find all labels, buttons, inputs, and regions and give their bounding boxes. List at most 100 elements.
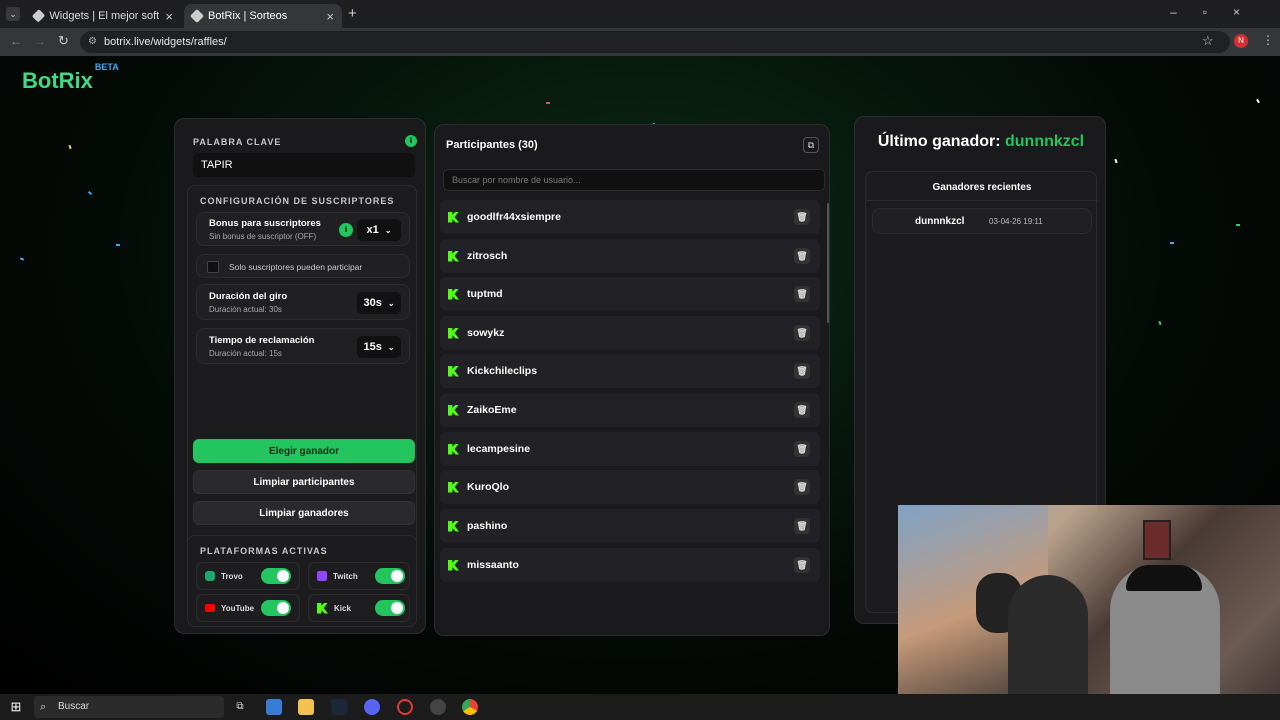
info-icon[interactable]: i — [405, 135, 417, 147]
chrome-icon[interactable] — [462, 699, 478, 715]
address-bar-row: ← → ↻ ⚙ botrix.live/widgets/raffles/ ☆ N… — [0, 28, 1280, 56]
trash-icon[interactable]: 🗑 — [794, 479, 810, 495]
tab-sorteos[interactable]: BotRix | Sorteos × — [184, 4, 342, 28]
trash-icon[interactable]: 🗑 — [794, 325, 810, 341]
subs-only-checkbox[interactable] — [207, 261, 219, 273]
platform-twitch: Twitch — [308, 562, 410, 590]
divider — [866, 200, 1098, 201]
bonus-value: x1 — [366, 224, 379, 236]
task-view-icon[interactable]: ⧉ — [232, 699, 248, 715]
participant-name: goodlfr44xsiempre — [467, 211, 561, 223]
youtube-icon — [205, 604, 215, 612]
new-tab-icon[interactable]: + — [348, 5, 357, 22]
search-icon: ⌕ — [40, 701, 47, 713]
scrollbar[interactable] — [827, 203, 829, 323]
participant-row: zitrosch 🗑 — [440, 239, 820, 273]
youtube-toggle[interactable] — [261, 600, 291, 616]
logo-text: BotRix — [22, 68, 93, 93]
trash-icon[interactable]: 🗑 — [794, 402, 810, 418]
menu-kebab-icon[interactable]: ⋮ — [1262, 33, 1274, 47]
subs-only-row[interactable]: Solo suscriptores pueden participar — [196, 254, 410, 278]
confetti — [1158, 320, 1162, 326]
participant-name: KuroQlo — [467, 481, 509, 493]
spin-sub: Duración actual: 30s — [209, 305, 282, 314]
confetti — [1114, 158, 1118, 164]
obs-icon[interactable] — [430, 699, 446, 715]
trash-icon[interactable]: 🗑 — [794, 363, 810, 379]
confetti — [1170, 242, 1174, 244]
participant-name: zitrosch — [467, 250, 508, 262]
info-icon[interactable]: i — [339, 223, 353, 237]
trash-icon[interactable]: 🗑 — [794, 209, 810, 225]
trash-icon[interactable]: 🗑 — [794, 286, 810, 302]
last-winner-heading: Último ganador: dunnnkzcl — [855, 133, 1107, 151]
store-icon[interactable] — [266, 699, 282, 715]
platform-name: Kick — [334, 603, 351, 613]
copy-icon[interactable]: ⧉ — [803, 137, 819, 153]
trovo-toggle[interactable] — [261, 568, 291, 584]
participant-row: tuptmd 🗑 — [440, 277, 820, 311]
claim-sub: Duración actual: 15s — [209, 349, 282, 358]
kick-icon — [448, 481, 459, 493]
clear-participants-button[interactable]: Limpiar participantes — [193, 470, 415, 494]
chevron-down-icon: ⌄ — [384, 225, 392, 235]
site-info-icon[interactable]: ⚙ — [88, 31, 97, 53]
tab-widgets[interactable]: Widgets | El mejor software pa × — [26, 4, 181, 28]
chevron-down-icon: ⌄ — [387, 298, 395, 308]
kick-toggle[interactable] — [375, 600, 405, 616]
browser-tab-strip: ⌄ Widgets | El mejor software pa × BotRi… — [0, 0, 1280, 28]
file-explorer-icon[interactable] — [298, 699, 314, 715]
back-icon[interactable]: ← — [10, 34, 22, 48]
reload-icon[interactable]: ↻ — [58, 33, 69, 49]
participant-row: pashino 🗑 — [440, 509, 820, 543]
platform-trovo: Trovo — [196, 562, 300, 590]
chevron-down-icon: ⌄ — [387, 342, 395, 352]
trash-icon[interactable]: 🗑 — [794, 557, 810, 573]
tab-search-icon[interactable]: ⌄ — [6, 7, 20, 21]
subs-only-label: Solo suscriptores pueden participar — [229, 262, 363, 272]
confetti — [546, 102, 550, 104]
botrix-logo[interactable]: BotRixBETA — [22, 62, 119, 94]
discord-icon[interactable] — [364, 699, 380, 715]
bonus-select[interactable]: x1 ⌄ — [357, 219, 401, 241]
profile-avatar[interactable]: N — [1234, 34, 1248, 48]
kick-icon — [448, 327, 459, 339]
trash-icon[interactable]: 🗑 — [794, 441, 810, 457]
wall-poster — [1143, 520, 1171, 560]
opera-icon[interactable] — [397, 699, 413, 715]
trash-icon[interactable]: 🗑 — [794, 518, 810, 534]
forward-icon[interactable]: → — [34, 34, 46, 48]
participant-row: Kickchileclips 🗑 — [440, 354, 820, 388]
close-tab-icon[interactable]: × — [326, 9, 334, 24]
confetti — [19, 257, 25, 261]
windows-start-icon[interactable]: ⊞ — [8, 699, 24, 715]
botrix-favicon-icon — [31, 9, 46, 23]
confetti — [116, 244, 120, 246]
url-input[interactable]: ⚙ botrix.live/widgets/raffles/ — [80, 31, 1230, 53]
recent-winner-row: dunnnkzcl 03-04-26 19:11 — [872, 208, 1092, 234]
bookmark-star-icon[interactable]: ☆ — [1202, 33, 1214, 49]
taskbar-search[interactable]: ⌕ Buscar — [34, 696, 224, 718]
kick-icon — [448, 250, 459, 262]
close-tab-icon[interactable]: × — [165, 9, 173, 24]
keyword-input[interactable]: TAPIR — [193, 153, 415, 177]
tab-title: Widgets | El mejor software pa — [49, 10, 160, 22]
trovo-icon — [205, 571, 215, 581]
confetti — [1236, 224, 1240, 226]
twitch-toggle[interactable] — [375, 568, 405, 584]
participant-search-input[interactable]: Buscar por nombre de usuario... — [443, 169, 825, 191]
participant-name: tuptmd — [467, 288, 503, 300]
kick-icon — [448, 365, 459, 377]
bonus-sub: Sin bonus de suscriptor (OFF) — [209, 232, 317, 241]
steam-icon[interactable] — [331, 699, 347, 715]
claim-select[interactable]: 15s ⌄ — [357, 336, 401, 358]
platform-name: YouTube — [221, 603, 255, 613]
confetti — [87, 190, 93, 196]
window-controls[interactable]: –▫× — [1170, 5, 1266, 19]
trash-icon[interactable]: 🗑 — [794, 248, 810, 264]
claim-label: Tiempo de reclamación — [209, 335, 315, 346]
clear-winners-button[interactable]: Limpiar ganadores — [193, 501, 415, 525]
pick-winner-button[interactable]: Elegir ganador — [193, 439, 415, 463]
participant-name: sowykz — [467, 327, 505, 339]
spin-select[interactable]: 30s ⌄ — [357, 292, 401, 314]
